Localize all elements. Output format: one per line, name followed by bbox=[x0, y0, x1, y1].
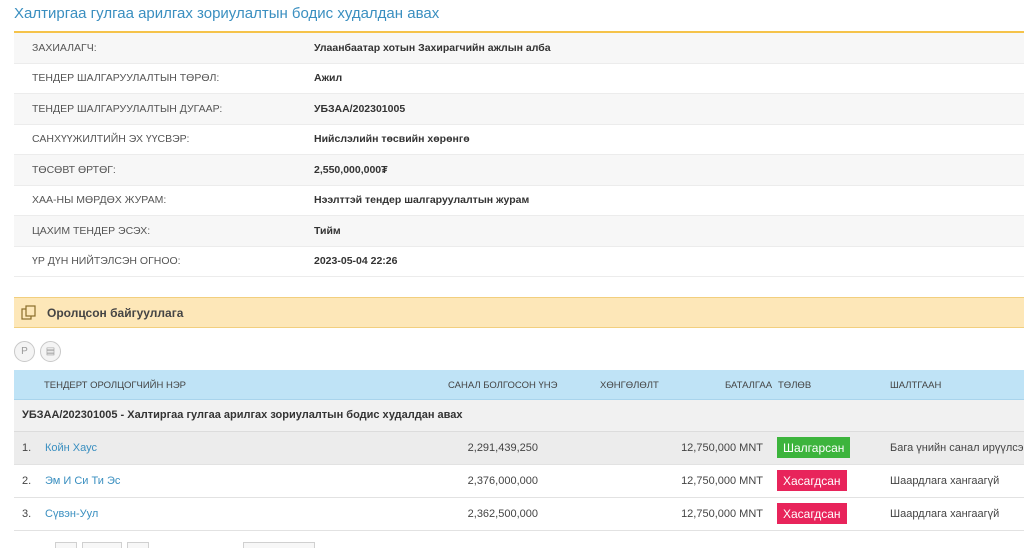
info-row-number: ТЕНДЕР ШАЛГАРУУЛАЛТЫН ДУГААР: УБЗАА/2023… bbox=[14, 94, 1024, 125]
column-header-guarantee[interactable]: БАТАЛГАА bbox=[725, 380, 772, 391]
reason-text: Шаардлага хангаагүй bbox=[890, 508, 1000, 520]
row-index: 2. bbox=[22, 475, 32, 487]
copy-icon bbox=[20, 304, 38, 322]
table-row: 3. Сүвэн-Уул 2,362,500,000 12,750,000 MN… bbox=[14, 498, 1024, 531]
export-p-button[interactable]: Р bbox=[14, 341, 35, 362]
participants-table: ТЕНДЕРТ ОРОЛЦОГЧИЙН НЭР САНАЛ БОЛГОСОН Ү… bbox=[14, 370, 1024, 531]
column-header-reason[interactable]: ШАЛТГААН bbox=[890, 380, 941, 391]
participant-link[interactable]: Койн Хаус bbox=[45, 442, 97, 454]
guarantee-amount: 12,750,000 MNT bbox=[681, 442, 763, 454]
info-value: Ажил bbox=[314, 72, 343, 85]
group-title: УБЗАА/202301005 - Халтиргаа гулгаа арилг… bbox=[22, 409, 463, 421]
bid-amount: 2,376,000,000 bbox=[467, 475, 538, 487]
info-value: Тийм bbox=[314, 224, 341, 237]
info-label: ХАА-НЫ МӨРДӨХ ЖУРАМ: bbox=[32, 194, 167, 207]
bid-amount: 2,291,439,250 bbox=[467, 442, 538, 454]
info-label: ТӨСӨВТ ӨРТӨГ: bbox=[32, 163, 116, 176]
column-header-bid[interactable]: САНАЛ БОЛГОСОН ҮНЭ bbox=[448, 380, 557, 391]
info-label: ЦАХИМ ТЕНДЕР ЭСЭХ: bbox=[32, 224, 151, 237]
column-header-name[interactable]: ТЕНДЕРТ ОРОЛЦОГЧИЙН НЭР bbox=[44, 380, 186, 391]
info-value: УБЗАА/202301005 bbox=[314, 102, 406, 115]
table-row: 2. Эм И Си Ти Эс 2,376,000,000 12,750,00… bbox=[14, 465, 1024, 498]
info-label: ЗАХИАЛАГЧ: bbox=[32, 41, 97, 54]
table-header: ТЕНДЕРТ ОРОЛЦОГЧИЙН НЭР САНАЛ БОЛГОСОН Ү… bbox=[14, 370, 1024, 400]
info-row-budget: ТӨСӨВТ ӨРТӨГ: 2,550,000,000₮ bbox=[14, 155, 1024, 186]
participants-section-header: Оролцсон байгууллага bbox=[14, 297, 1024, 328]
info-row-electronic: ЦАХИМ ТЕНДЕР ЭСЭХ: Тийм bbox=[14, 216, 1024, 247]
info-row-customer: ЗАХИАЛАГЧ: Улаанбаатар хотын Захирагчийн… bbox=[14, 33, 1024, 64]
info-label: ҮР ДҮН НИЙТЭЛСЭН ОГНОО: bbox=[32, 255, 181, 268]
row-index: 1. bbox=[22, 442, 32, 454]
guarantee-amount: 12,750,000 MNT bbox=[681, 475, 763, 487]
page-size-select[interactable] bbox=[243, 542, 315, 548]
info-value: Нийслэлийн төсвийн хөрөнгө bbox=[314, 133, 470, 146]
info-label: ТЕНДЕР ШАЛГАРУУЛАЛТЫН ДУГААР: bbox=[32, 102, 223, 115]
column-header-status[interactable]: ТӨЛӨВ bbox=[778, 380, 811, 391]
info-value: Нээлттэй тендер шалгаруулалтын журам bbox=[314, 194, 530, 207]
pagination-page-input[interactable] bbox=[82, 542, 122, 548]
export-doc-button[interactable]: ▤ bbox=[40, 341, 61, 362]
info-row-published-date: ҮР ДҮН НИЙТЭЛСЭН ОГНОО: 2023-05-04 22:26 bbox=[14, 247, 1024, 277]
status-badge: Хасагдсан bbox=[777, 470, 847, 491]
info-value: Улаанбаатар хотын Захирагчийн ажлын алба bbox=[314, 41, 551, 54]
page-title: Халтиргаа гулгаа арилгах зориулалтын бод… bbox=[14, 5, 440, 22]
info-row-type: ТЕНДЕР ШАЛГАРУУЛАЛТЫН ТӨРӨЛ: Ажил bbox=[14, 64, 1024, 94]
participant-link[interactable]: Сүвэн-Уул bbox=[45, 508, 98, 520]
column-header-discount[interactable]: ХӨНГӨЛӨЛТ bbox=[600, 380, 659, 391]
reason-text: Бага үнийн санал ирүүлсэн. bbox=[890, 442, 1024, 454]
reason-text: Шаардлага хангаагүй bbox=[890, 475, 1000, 487]
section-title: Оролцсон байгууллага bbox=[47, 305, 184, 320]
table-group-row: УБЗАА/202301005 - Халтиргаа гулгаа арилг… bbox=[14, 400, 1024, 432]
table-row: 1. Койн Хаус 2,291,439,250 12,750,000 MN… bbox=[14, 432, 1024, 465]
participant-link[interactable]: Эм И Си Ти Эс bbox=[45, 475, 120, 487]
pagination-prev-button[interactable] bbox=[55, 542, 77, 548]
status-badge: Шалгарсан bbox=[777, 437, 851, 458]
info-value: 2023-05-04 22:26 bbox=[314, 255, 398, 268]
info-label: САНХҮҮЖИЛТИЙН ЭХ ҮҮСВЭР: bbox=[32, 133, 190, 146]
info-row-funding: САНХҮҮЖИЛТИЙН ЭХ ҮҮСВЭР: Нийслэлийн төсв… bbox=[14, 125, 1024, 155]
info-label: ТЕНДЕР ШАЛГАРУУЛАЛТЫН ТӨРӨЛ: bbox=[32, 72, 220, 85]
status-badge: Хасагдсан bbox=[777, 503, 847, 524]
bid-amount: 2,362,500,000 bbox=[467, 508, 538, 520]
info-value: 2,550,000,000₮ bbox=[314, 163, 388, 176]
guarantee-amount: 12,750,000 MNT bbox=[681, 508, 763, 520]
row-index: 3. bbox=[22, 508, 32, 520]
info-row-procedure: ХАА-НЫ МӨРДӨХ ЖУРАМ: Нээлттэй тендер шал… bbox=[14, 186, 1024, 216]
tender-info-table: ЗАХИАЛАГЧ: Улаанбаатар хотын Захирагчийн… bbox=[14, 33, 1024, 277]
pagination-next-button[interactable] bbox=[127, 542, 149, 548]
